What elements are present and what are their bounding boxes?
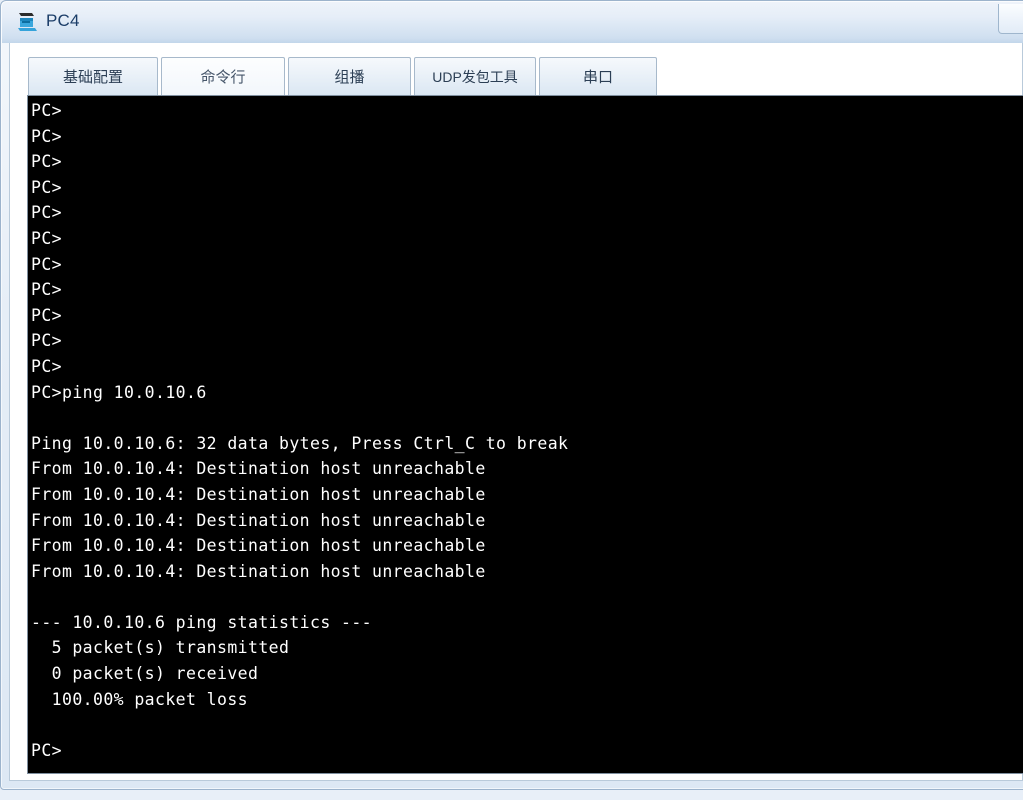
- terminal-line: PC>: [31, 203, 63, 223]
- pc4-console-window: PC4 基础配置 命令行 组播 UDP发包工具 串口 PC> PC> PC> P…: [0, 0, 1023, 800]
- tab-basic-config[interactable]: 基础配置: [28, 57, 158, 95]
- terminal-panel[interactable]: PC> PC> PC> PC> PC> PC> PC> PC> PC> PC> PC> PC>ping…: [27, 95, 1023, 774]
- tab-command-line[interactable]: 命令行: [161, 57, 285, 95]
- dialog-body: 基础配置 命令行 组播 UDP发包工具 串口 PC> PC> PC> PC> PC> PC…: [9, 43, 1023, 781]
- tab-udp-tool[interactable]: UDP发包工具: [414, 57, 536, 95]
- terminal-output[interactable]: PC> PC> PC> PC> PC> PC> PC> PC> PC> PC> PC> PC>ping…: [31, 98, 1023, 773]
- terminal-line: 0 packet(s) received: [31, 664, 259, 684]
- tab-serial-port[interactable]: 串口: [539, 57, 657, 95]
- terminal-line: PC>: [31, 740, 63, 760]
- terminal-line: --- 10.0.10.6 ping statistics ---: [31, 612, 373, 632]
- tab-basic-config-label: 基础配置: [62, 69, 123, 86]
- tab-serial-port-label: 串口: [582, 69, 613, 86]
- terminal-line: PC>: [31, 305, 63, 325]
- terminal-line: From 10.0.10.4: Destination host unreach…: [31, 484, 486, 504]
- terminal-line: PC>: [31, 331, 63, 351]
- terminal-line: Ping 10.0.10.6: 32 data bytes, Press Ctr…: [31, 433, 569, 453]
- window-frame: PC4 基础配置 命令行 组播 UDP发包工具 串口 PC> PC> PC> P…: [0, 0, 1023, 790]
- terminal-line: 100.00% packet loss: [31, 689, 249, 709]
- terminal-line: From 10.0.10.4: Destination host unreach…: [31, 510, 486, 530]
- terminal-line: From 10.0.10.4: Destination host unreach…: [31, 536, 486, 556]
- terminal-line: From 10.0.10.4: Destination host unreach…: [31, 459, 486, 479]
- terminal-line: PC>: [31, 152, 63, 172]
- terminal-line: PC>ping 10.0.10.6: [31, 382, 207, 402]
- tab-command-line-label: 命令行: [200, 69, 246, 86]
- pc-device-icon: [16, 10, 40, 34]
- terminal-line: PC>: [31, 280, 63, 300]
- terminal-line: PC>: [31, 177, 63, 197]
- tab-strip: 基础配置 命令行 组播 UDP发包工具 串口: [10, 43, 1022, 95]
- tab-multicast[interactable]: 组播: [288, 57, 411, 95]
- terminal-line: 5 packet(s) transmitted: [31, 638, 290, 658]
- terminal-line: PC>: [31, 126, 63, 146]
- window-close-button[interactable]: [998, 4, 1023, 34]
- terminal-line: PC>: [31, 228, 63, 248]
- title-bar: PC4: [2, 2, 1023, 43]
- terminal-line: PC>: [31, 356, 63, 376]
- tab-multicast-label: 组播: [334, 69, 365, 86]
- tab-udp-tool-label: UDP发包工具: [432, 68, 518, 85]
- terminal-line: PC>: [31, 254, 63, 274]
- window-title: PC4: [46, 11, 80, 30]
- terminal-line: PC>: [31, 101, 63, 120]
- terminal-line: From 10.0.10.4: Destination host unreach…: [31, 561, 486, 581]
